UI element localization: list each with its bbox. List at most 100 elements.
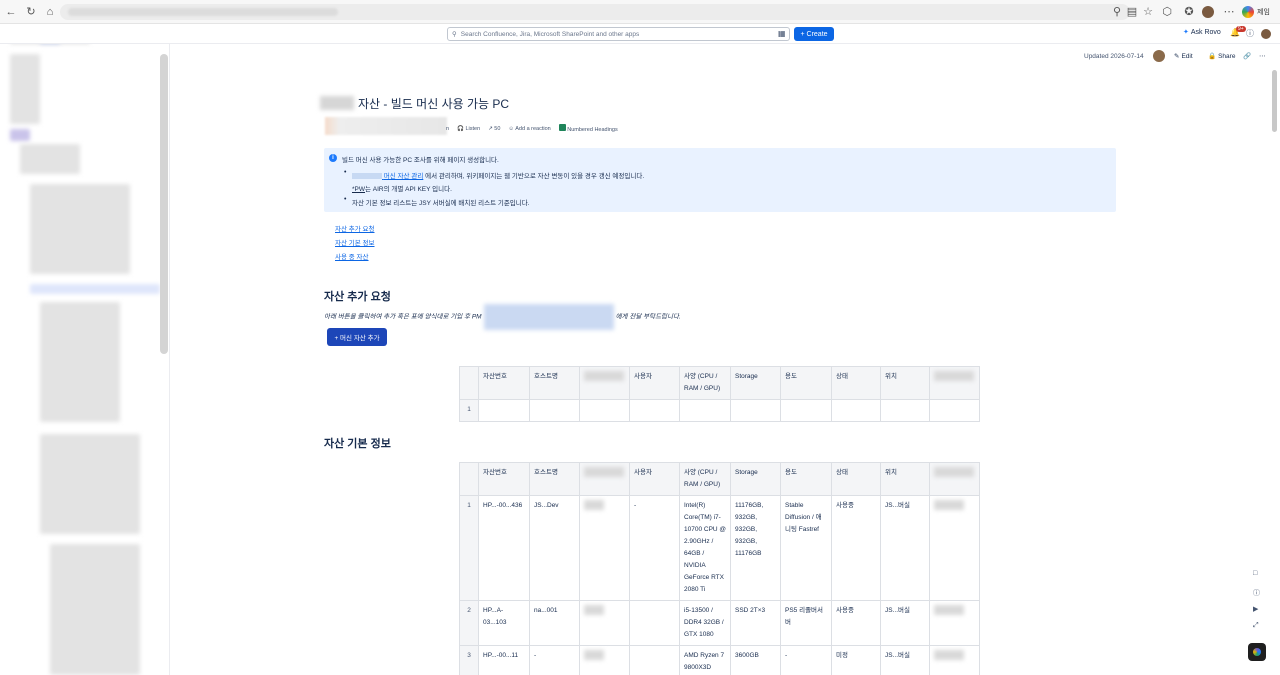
table-header: 상태 [831,462,881,496]
user-avatar[interactable] [1202,6,1214,18]
sidebar-scrollbar[interactable] [160,54,168,354]
back-arrow-icon[interactable]: ← [4,5,18,19]
redacted-cell[interactable] [929,600,980,646]
more-actions-icon[interactable]: ⋯ [1259,52,1266,60]
user-cell[interactable] [629,600,680,646]
table-cell[interactable] [780,399,832,422]
info-bullet-1-line2: *PW는 AIR의 개별 API KEY 입니다. [352,183,452,193]
sidebar-item-selected[interactable] [30,284,160,294]
rovo-chat-button[interactable] [1248,643,1266,661]
byline: n 🎧 Listen ↗ 50 ☺ Add a reaction Numbere… [446,124,618,133]
home-icon[interactable]: ⌂ [43,5,57,19]
table-cell[interactable] [529,399,580,422]
header-redacted [584,371,624,381]
hostname-cell[interactable]: JS...Dev [529,495,580,601]
listen-button[interactable]: 🎧 Listen [457,126,480,132]
zoom-icon[interactable]: ⚲ [1110,5,1124,19]
edit-button[interactable]: ✎ Edit [1174,52,1193,61]
expand-icon[interactable]: ⤢ [1253,622,1259,630]
spec-cell[interactable]: AMD Ryzen 7 9800X3D [679,645,731,675]
table-header: 자산번호 [478,462,530,496]
location-cell[interactable]: JS...버실 [880,495,930,601]
purpose-cell[interactable]: PS5 리졸버서버 [780,600,832,646]
table-header: 상태 [831,366,881,400]
title-prefix-redacted [320,96,354,110]
table-cell[interactable] [478,399,530,422]
location-cell[interactable]: JS...버실 [880,645,930,675]
search-input[interactable]: ⚲ Search Confluence, Jira, Microsoft Sha… [447,27,790,41]
status-cell[interactable]: 사용중 [831,600,881,646]
redacted-cell[interactable] [579,495,630,601]
table-header: Storage [730,462,781,496]
pw-desc: 는 AIR의 개별 API KEY 입니다. [365,186,452,193]
bullet-dot: • [344,196,347,203]
contributor-avatar[interactable] [1153,50,1165,62]
table-header: Storage [730,366,781,400]
sidebar-redacted [10,54,40,124]
storage-cell[interactable]: 11176GB, 932GB, 932GB, 932GB, 11176GB [730,495,781,601]
redacted-cell[interactable] [929,495,980,601]
ask-rovo-button[interactable]: ✦ Ask Rovo [1183,28,1221,37]
asset-number-cell[interactable]: HP...-00...436 [478,495,530,601]
toc-link-basic-info[interactable]: 자산 기본 정보 [335,237,375,247]
row-number-header [459,366,479,400]
storage-cell[interactable]: 3600GB [730,645,781,675]
purpose-cell[interactable]: Stable Diffusion / 애니팅 Fastref [780,495,832,601]
page-header: Updated 2026-07-14 ✎ Edit 🔒 Share 🔗 ⋯ [170,44,1280,68]
spec-cell[interactable]: i5-13500 / DDR4 32GB / GTX 1080 [679,600,731,646]
favorites-icon[interactable]: ✪ [1182,5,1196,19]
status-cell[interactable]: 사용중 [831,495,881,601]
info-details-icon[interactable]: ⓘ [1253,588,1260,598]
hostname-cell[interactable]: - [529,645,580,675]
location-cell[interactable]: JS...버실 [880,600,930,646]
create-button[interactable]: + Create [794,27,834,41]
table-header: 용도 [780,366,832,400]
reload-icon[interactable]: ↻ [24,5,38,19]
comment-icon[interactable]: □ [1253,570,1257,577]
redacted-cell[interactable] [929,645,980,675]
star-icon[interactable]: ☆ [1141,5,1155,19]
user-cell[interactable] [629,645,680,675]
video-icon[interactable]: ▶ [1253,605,1258,613]
toc-link-add-request[interactable]: 자산 추가 요청 [335,223,375,233]
help-icon[interactable]: ⓘ [1246,28,1254,39]
table-cell[interactable] [929,399,980,422]
add-reaction-button[interactable]: ☺ Add a reaction [508,126,550,132]
asset-number-cell[interactable]: HP...-00...11 [478,645,530,675]
add-machine-asset-button[interactable]: + 머신 자산 추가 [327,328,387,346]
views-count[interactable]: ↗ 50 [488,126,500,132]
reader-icon[interactable]: ▤ [1125,5,1139,19]
table-cell[interactable] [880,399,930,422]
link-icon[interactable]: 🔗 [1243,52,1251,60]
status-cell[interactable]: 미정 [831,645,881,675]
table-header-redacted [579,462,630,496]
storage-cell[interactable]: SSD 2T×3 [730,600,781,646]
redacted-cell[interactable] [579,645,630,675]
table-cell[interactable] [629,399,680,422]
purpose-cell[interactable]: - [780,645,832,675]
user-cell[interactable]: - [629,495,680,601]
app-switcher-icon[interactable]: ▦ [778,29,786,38]
info-panel: i 빌드 머신 사용 가능한 PC 조사를 위해 페이지 생성합니다. • 머신… [324,148,1116,212]
table-cell[interactable] [831,399,881,422]
extension-icon[interactable]: ⬡ [1160,5,1174,19]
toc-link-in-use[interactable]: 사용 중 자산 [335,251,369,261]
table-cell[interactable] [730,399,781,422]
asset-management-link[interactable]: 머신 자산 관리 [352,173,423,180]
asset-number-cell[interactable]: HP...A-03...103 [478,600,530,646]
address-bar[interactable] [60,4,1130,20]
profile-button[interactable]: 제임 [1242,4,1270,20]
row-number-header [459,462,479,496]
numbered-headings-macro[interactable]: Numbered Headings [558,124,618,133]
account-avatar[interactable] [1261,29,1271,39]
table-header: 위치 [880,462,930,496]
share-button[interactable]: 🔒 Share [1208,52,1235,61]
table-cell[interactable] [679,399,731,422]
hostname-cell[interactable]: na...001 [529,600,580,646]
redacted-cell[interactable] [579,600,630,646]
row-number: 3 [459,645,479,675]
spec-cell[interactable]: Intel(R) Core(TM) i7-10700 CPU @ 2.90GHz… [679,495,731,601]
table-cell[interactable] [579,399,630,422]
more-icon[interactable]: ⋯ [1222,5,1236,19]
page-scrollbar[interactable] [1272,70,1277,132]
